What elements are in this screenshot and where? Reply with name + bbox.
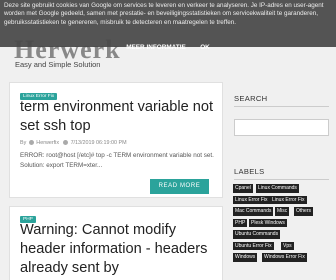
label-tag-cpanel[interactable]: Cpanel bbox=[233, 184, 253, 193]
label-tag-linux-commands[interactable]: Linux Commands bbox=[256, 184, 299, 193]
label-tag-linux-error-fix[interactable]: Linux Error Fix bbox=[233, 195, 270, 204]
post-card: Linux Error Fix term environment variabl… bbox=[9, 82, 223, 198]
labels-widget-title: LABELS bbox=[234, 167, 265, 176]
post-meta: By Herwerfix 7/13/2019 06:19:00 PM bbox=[20, 140, 127, 146]
post-title-link[interactable]: Warning: Cannot modify header informatio… bbox=[20, 221, 220, 278]
label-tag-plesk-windows[interactable]: Plesk Windows bbox=[249, 218, 287, 227]
label-tag-misc[interactable]: Misc bbox=[275, 207, 290, 216]
ok-button[interactable]: OK bbox=[200, 44, 210, 51]
cookie-consent-text: Deze site gebruikt cookies van Google om… bbox=[4, 2, 324, 26]
label-tag-windows-error-fix[interactable]: Windows Error Fix bbox=[262, 253, 307, 262]
label-tag-linux-error-fix-2[interactable]: Linux Error Fix bbox=[270, 195, 307, 204]
label-tag-php[interactable]: PHP bbox=[233, 218, 248, 227]
post-title-link[interactable]: term environment variable not set ssh to… bbox=[20, 98, 220, 136]
post-list: Linux Error Fix term environment variabl… bbox=[9, 82, 223, 280]
cookie-consent-bar: Deze site gebruikt cookies van Google om… bbox=[0, 0, 336, 51]
label-tag-vps[interactable]: Vps bbox=[281, 241, 294, 250]
label-tag-mac-commands[interactable]: Mac Commands bbox=[233, 207, 274, 216]
search-widget-title: SEARCH bbox=[234, 94, 268, 103]
author-icon bbox=[28, 140, 34, 146]
label-tag-ubuntu-commands[interactable]: Ubuntu Commands bbox=[233, 230, 281, 239]
post-author[interactable]: Herwerfix bbox=[36, 140, 59, 146]
site-description: Easy and Simple Solution bbox=[15, 60, 101, 69]
more-info-link[interactable]: MEER INFORMATIE bbox=[126, 44, 186, 51]
divider bbox=[234, 179, 329, 180]
label-tag-ubuntu-error-fix[interactable]: Ubuntu Error Fix bbox=[233, 241, 274, 250]
label-tag-windows[interactable]: Windows bbox=[233, 253, 258, 262]
post-date: 7/13/2019 06:19:00 PM bbox=[70, 140, 127, 146]
post-card: PHP Warning: Cannot modify header inform… bbox=[9, 206, 223, 280]
divider bbox=[234, 106, 329, 107]
cookie-actions: MEER INFORMATIE OK bbox=[0, 36, 336, 54]
author-prefix: By bbox=[20, 140, 28, 146]
read-more-button[interactable]: READ MORE bbox=[150, 179, 209, 194]
clock-icon bbox=[63, 140, 69, 146]
label-tag-others[interactable]: Others bbox=[294, 207, 314, 216]
post-excerpt: ERROR: root@host [/etc]# top -c TERM env… bbox=[20, 152, 214, 169]
search-input[interactable] bbox=[234, 119, 329, 136]
